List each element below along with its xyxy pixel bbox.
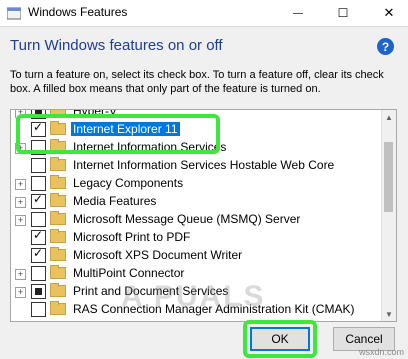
feature-label[interactable]: Microsoft XPS Document Writer xyxy=(73,248,242,262)
folder-icon xyxy=(50,175,66,189)
folder-icon xyxy=(50,157,66,171)
scroll-down-arrow-icon[interactable]: ▼ xyxy=(382,307,396,321)
site-credit: wsxdn.com xyxy=(358,347,404,357)
folder-icon xyxy=(50,247,66,261)
window-title: Windows Features xyxy=(28,5,128,19)
expand-icon[interactable]: + xyxy=(15,215,26,226)
instructions-text: To turn a feature on, select its check b… xyxy=(10,69,384,95)
windows-features-icon xyxy=(7,7,21,20)
close-button[interactable]: ✕ xyxy=(374,0,404,26)
checkmark-icon: ✓ xyxy=(33,228,44,242)
feature-checkbox[interactable] xyxy=(31,212,46,227)
scrollbar[interactable]: ▲ ▼ xyxy=(381,110,396,321)
feature-label[interactable]: Media Features xyxy=(73,194,156,208)
folder-icon xyxy=(50,193,66,207)
minimize-button[interactable]: — xyxy=(283,0,313,26)
maximize-icon: ☐ xyxy=(337,6,349,20)
feature-label[interactable]: Microsoft Message Queue (MSMQ) Server xyxy=(73,212,300,226)
expand-icon[interactable]: + xyxy=(15,269,26,280)
feature-label[interactable]: Internet Information Services Hostable W… xyxy=(73,158,334,172)
highlight-box-ok xyxy=(243,320,317,358)
page-title: Turn Windows features on or off xyxy=(10,37,223,54)
checkmark-icon: ✓ xyxy=(33,192,44,206)
feature-checkbox[interactable]: ✓ xyxy=(31,192,46,209)
title-bar: Windows Features — ☐ ✕ xyxy=(0,0,408,27)
feature-row[interactable]: + ✓ Media Features xyxy=(11,192,381,211)
folder-icon xyxy=(50,229,66,243)
maximize-button[interactable]: ☐ xyxy=(328,0,358,26)
feature-row[interactable]: + Legacy Components xyxy=(11,175,381,193)
feature-checkbox[interactable]: ✓ xyxy=(31,228,46,245)
feature-row[interactable]: Internet Information Services Hostable W… xyxy=(11,157,381,175)
folder-icon xyxy=(50,211,66,225)
feature-checkbox[interactable] xyxy=(31,176,46,191)
feature-label[interactable]: MultiPoint Connector xyxy=(73,266,184,280)
expand-icon[interactable]: + xyxy=(15,287,26,298)
feature-row[interactable]: + Microsoft Message Queue (MSMQ) Server xyxy=(11,211,381,229)
feature-checkbox[interactable] xyxy=(31,302,46,317)
checkmark-icon: ✓ xyxy=(33,246,44,260)
minimize-icon: — xyxy=(293,7,303,19)
feature-checkbox[interactable] xyxy=(31,158,46,173)
folder-icon xyxy=(50,283,66,297)
watermark: A PUALS xyxy=(121,280,266,313)
scroll-thumb[interactable] xyxy=(384,142,393,212)
feature-row[interactable]: ✓ Microsoft Print to PDF xyxy=(11,228,381,247)
feature-checkbox[interactable] xyxy=(31,284,46,299)
expand-icon[interactable]: + xyxy=(15,179,26,190)
highlight-box-ie xyxy=(16,114,220,154)
feature-row[interactable]: ✓ Microsoft XPS Document Writer xyxy=(11,246,381,265)
feature-checkbox[interactable] xyxy=(31,266,46,281)
partial-fill-icon xyxy=(35,288,42,295)
feature-label[interactable]: Microsoft Print to PDF xyxy=(73,230,190,244)
folder-icon xyxy=(50,265,66,279)
feature-label[interactable]: Legacy Components xyxy=(73,176,183,190)
help-icon[interactable]: ? xyxy=(377,38,394,55)
folder-icon xyxy=(50,301,66,315)
feature-checkbox[interactable]: ✓ xyxy=(31,246,46,263)
close-icon: ✕ xyxy=(383,5,395,20)
expand-icon[interactable]: + xyxy=(15,197,26,208)
scroll-up-arrow-icon[interactable]: ▲ xyxy=(382,110,396,124)
